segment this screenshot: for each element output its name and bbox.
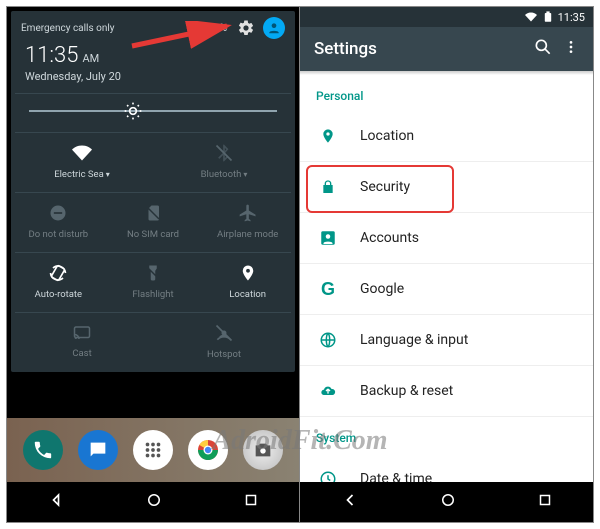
nav-home[interactable] — [145, 491, 163, 513]
app-chrome[interactable] — [188, 430, 228, 470]
tile-flashlight[interactable]: Flashlight — [106, 253, 201, 312]
tile-flash-label: Flashlight — [132, 289, 173, 300]
nav-recent[interactable] — [242, 491, 260, 513]
app-dock — [7, 418, 299, 482]
lock-icon — [318, 178, 338, 196]
app-phone[interactable] — [23, 430, 63, 470]
tile-hotspot[interactable]: Hotspot — [153, 313, 295, 372]
item-google[interactable]: G Google — [300, 264, 593, 315]
section-system: System — [300, 417, 593, 453]
time: 11:35 — [25, 43, 78, 68]
settings-list: Personal Location Security Accounts G Go… — [300, 75, 593, 504]
tile-airplane-label: Airplane mode — [217, 229, 278, 240]
tile-hotspot-label: Hotspot — [207, 349, 241, 360]
rotate-icon — [48, 263, 68, 283]
tile-bluetooth-label: Bluetooth — [201, 169, 248, 180]
dnd-icon — [48, 203, 68, 223]
item-location[interactable]: Location — [300, 111, 593, 162]
item-backup[interactable]: Backup & reset — [300, 366, 593, 417]
tile-rotate-label: Auto-rotate — [35, 289, 82, 300]
item-security-label: Security — [360, 179, 410, 195]
tile-wifi[interactable]: Electric Sea — [11, 133, 153, 192]
status-time: 11:35 — [558, 11, 585, 24]
item-backup-label: Backup & reset — [360, 383, 453, 399]
overflow-icon[interactable] — [563, 37, 579, 61]
brightness-slider[interactable] — [29, 100, 277, 122]
item-language-label: Language & input — [360, 332, 468, 348]
airplane-icon — [238, 203, 258, 223]
tile-bluetooth[interactable]: Bluetooth — [153, 133, 295, 192]
item-security[interactable]: Security — [300, 162, 593, 213]
item-location-label: Location — [360, 128, 414, 144]
tile-cast-label: Cast — [72, 348, 91, 359]
section-personal: Personal — [300, 75, 593, 111]
search-icon[interactable] — [533, 37, 553, 61]
tile-dnd-label: Do not disturb — [29, 229, 89, 240]
tile-location-label: Location — [229, 289, 266, 300]
item-language[interactable]: Language & input — [300, 315, 593, 366]
quick-settings-panel: Emergency calls only 93% 11:35 AM Wednes… — [11, 11, 295, 372]
tile-location[interactable]: Location — [200, 253, 295, 312]
bluetooth-off-icon — [214, 143, 234, 163]
hotspot-off-icon — [213, 323, 235, 343]
flashlight-icon — [144, 263, 162, 283]
wifi-icon — [69, 143, 95, 163]
time-ampm: AM — [82, 52, 99, 65]
battery-icon — [195, 22, 205, 34]
google-icon: G — [318, 279, 338, 300]
nav-bar-right — [300, 482, 593, 522]
wifi-status-icon — [524, 11, 538, 23]
tile-airplane[interactable]: Airplane mode — [200, 193, 295, 252]
globe-icon — [318, 331, 338, 349]
tile-sim-label: No SIM card — [127, 229, 179, 240]
nav-back[interactable] — [340, 490, 360, 514]
brightness-thumb-icon[interactable] — [122, 100, 144, 122]
nav-home[interactable] — [439, 491, 457, 513]
status-bar: 11:35 — [300, 7, 593, 27]
phone-quicksettings: Emergency calls only 93% 11:35 AM Wednes… — [7, 7, 300, 522]
item-accounts[interactable]: Accounts — [300, 213, 593, 264]
date: Wednesday, July 20 — [25, 70, 281, 83]
nav-bar — [7, 482, 299, 522]
item-accounts-label: Accounts — [360, 230, 419, 246]
app-messages[interactable] — [78, 430, 118, 470]
tile-wifi-label: Electric Sea — [54, 169, 110, 180]
battery-status-icon — [544, 11, 552, 23]
user-avatar[interactable] — [263, 17, 285, 39]
app-bar: Settings — [300, 27, 593, 71]
location-pin-icon — [239, 263, 257, 283]
tile-rotate[interactable]: Auto-rotate — [11, 253, 106, 312]
app-camera[interactable] — [243, 430, 283, 470]
battery-pct: 93% — [208, 23, 227, 34]
location-pin-icon — [318, 127, 338, 145]
phone-settings: 11:35 Settings Personal Location Securit… — [300, 7, 593, 522]
nav-back[interactable] — [46, 490, 66, 514]
carrier-status: Emergency calls only — [21, 23, 195, 34]
backup-icon — [318, 383, 338, 399]
battery-indicator: 93% — [195, 22, 227, 34]
tile-sim[interactable]: No SIM card — [106, 193, 201, 252]
tile-cast[interactable]: Cast — [11, 313, 153, 372]
clock-block[interactable]: 11:35 AM Wednesday, July 20 — [11, 39, 295, 93]
app-drawer[interactable] — [133, 430, 173, 470]
page-title: Settings — [314, 39, 523, 59]
cast-icon — [71, 324, 93, 342]
tile-dnd[interactable]: Do not disturb — [11, 193, 106, 252]
item-google-label: Google — [360, 281, 404, 297]
nav-recent[interactable] — [536, 491, 554, 513]
gear-icon[interactable] — [235, 17, 257, 39]
sim-off-icon — [144, 203, 162, 223]
account-icon — [318, 229, 338, 247]
